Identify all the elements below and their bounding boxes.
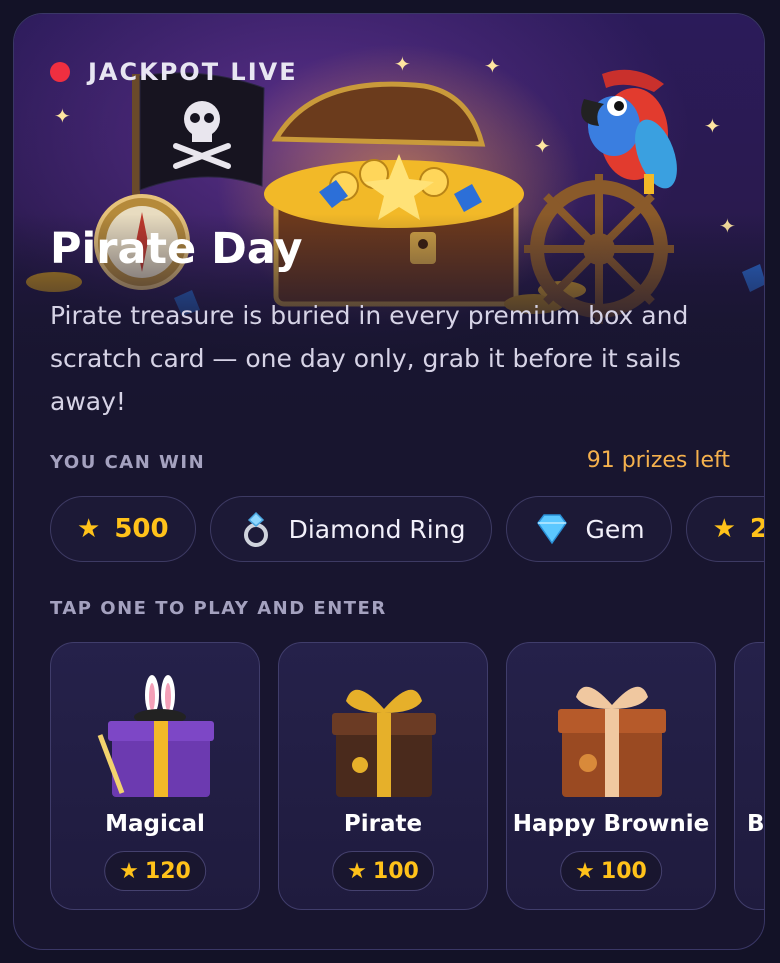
- tap-to-play-label: TAP ONE TO PLAY AND ENTER: [50, 598, 387, 619]
- box-price-badge: ★ 120: [104, 851, 206, 891]
- box-card-partial[interactable]: Bo: [734, 642, 765, 910]
- star-icon: ★: [77, 514, 101, 544]
- box-card-pirate[interactable]: Pirate ★ 100: [278, 642, 488, 910]
- box-list: Magical ★ 120 Pirate ★ 100 Happy Brownie…: [50, 642, 765, 910]
- sparkle-icon: ✦: [394, 52, 411, 76]
- star-icon: ★: [575, 858, 595, 884]
- jackpot-live-label: JACKPOT LIVE: [88, 58, 298, 86]
- prize-chip-diamond-ring[interactable]: Diamond Ring: [209, 496, 493, 562]
- prize-label: Diamond Ring: [288, 514, 466, 544]
- sparkle-icon: ✦: [534, 134, 551, 158]
- box-price: 120: [144, 858, 191, 884]
- live-dot-icon: [50, 62, 70, 82]
- jackpot-card: ✦ ✦ ✦ ✦ ✦ ✦ JACKPOT LIVE Pirate Day Pira…: [13, 13, 765, 950]
- you-can-win-label: YOU CAN WIN: [50, 452, 206, 473]
- gem-icon: [537, 514, 568, 545]
- box-price: 100: [600, 858, 647, 884]
- box-price-badge: ★ 100: [332, 851, 434, 891]
- event-description: Pirate treasure is buried in every premi…: [50, 301, 689, 416]
- sparkle-icon: ✦: [704, 114, 721, 138]
- prize-chip-coins[interactable]: ★ 500: [50, 496, 196, 562]
- box-card-happy-brownie[interactable]: Happy Brownie ★ 100: [506, 642, 716, 910]
- box-card-magical[interactable]: Magical ★ 120: [50, 642, 260, 910]
- prizes-left-count: 91 prizes left: [586, 448, 730, 473]
- box-name: Happy Brownie: [512, 811, 710, 837]
- box-price-badge: ★ 100: [560, 851, 662, 891]
- prize-chip-coins[interactable]: ★ 25: [685, 496, 764, 562]
- box-name: Magical: [105, 811, 205, 837]
- event-title: Pirate Day: [50, 224, 303, 274]
- brownie-gift-box-icon: [558, 686, 666, 797]
- star-icon: ★: [119, 858, 139, 884]
- star-icon: ★: [712, 514, 736, 544]
- magical-gift-box-icon: [97, 675, 214, 797]
- prize-label: Gem: [585, 514, 645, 544]
- jackpot-live-indicator: JACKPOT LIVE: [50, 58, 298, 86]
- prize-value: 500: [114, 514, 169, 544]
- ring-icon: [243, 511, 268, 547]
- star-icon: ★: [347, 858, 367, 884]
- box-name: Bo: [747, 811, 765, 837]
- box-name: Pirate: [343, 811, 423, 837]
- prize-chip-list: ★ 500 Diamond Ring Gem ★ 25: [50, 496, 764, 562]
- box-price: 100: [372, 858, 419, 884]
- pirate-gift-box-icon: [332, 689, 436, 797]
- sparkle-icon: ✦: [484, 54, 501, 78]
- prize-value: 25: [750, 514, 764, 544]
- prize-chip-gem[interactable]: Gem: [506, 496, 672, 562]
- sparkle-icon: ✦: [54, 104, 71, 128]
